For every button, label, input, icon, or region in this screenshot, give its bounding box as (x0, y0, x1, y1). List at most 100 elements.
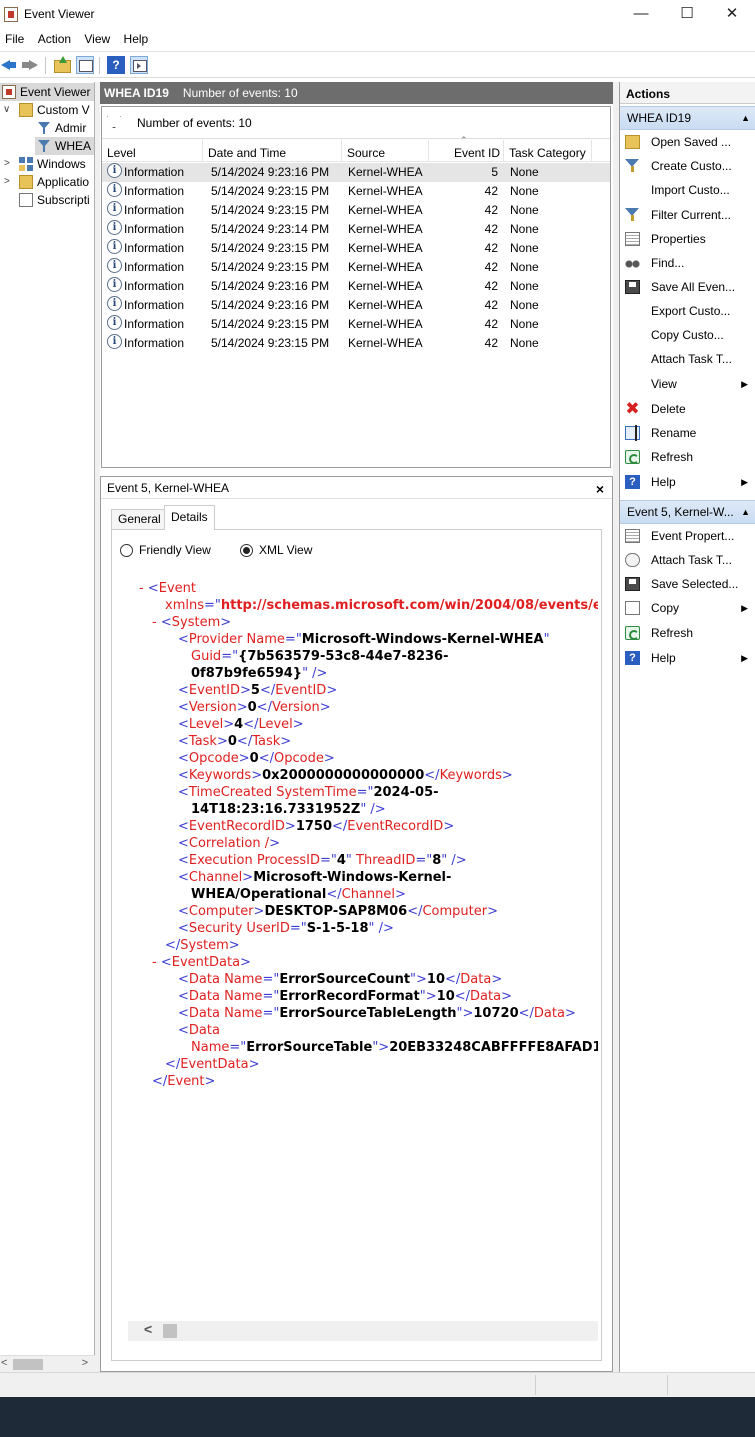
table-row[interactable]: i Information 5/14/2024 9:23:16 PM Kerne… (102, 277, 610, 296)
actions-group-event[interactable]: Event 5, Kernel-W... ▲ (620, 500, 755, 524)
tab-details[interactable]: Details (164, 505, 215, 530)
action-create-custom-view[interactable]: Create Custo... (620, 154, 755, 178)
tree-item-whea[interactable]: WHEA (35, 137, 94, 155)
action-label: Create Custo... (651, 159, 732, 173)
action-find[interactable]: Find... (620, 251, 755, 275)
action-attach-task[interactable]: Attach Task T... (620, 347, 755, 371)
chevron-right-icon[interactable]: > (4, 176, 10, 187)
xml-tag: Provider Name (188, 632, 285, 647)
xml-value: 0 (227, 734, 237, 749)
collapse-toggle[interactable]: - (139, 581, 144, 596)
xml-horizontal-scrollbar[interactable]: < (128, 1321, 598, 1341)
tree-horizontal-scrollbar[interactable]: < > (0, 1355, 95, 1372)
action-copy[interactable]: Copy ▶ (620, 596, 755, 620)
collapse-up-icon[interactable]: ▲ (741, 501, 750, 523)
column-task-category[interactable]: Task Category (504, 140, 592, 162)
cell-task: None (510, 241, 539, 255)
menu-file[interactable]: File (0, 29, 29, 46)
forward-arrow-icon[interactable] (21, 56, 39, 74)
actions-group-label: WHEA ID19 (627, 111, 692, 125)
xml-view-radio[interactable]: XML View (240, 543, 312, 557)
column-level[interactable]: Level (102, 140, 203, 162)
submenu-arrow-icon: ▶ (741, 653, 748, 663)
up-folder-icon[interactable] (53, 56, 71, 74)
action-view[interactable]: View ▶ (620, 372, 755, 396)
back-arrow-icon[interactable] (0, 56, 18, 74)
help-icon[interactable]: ? (107, 56, 125, 74)
table-row[interactable]: i Information 5/14/2024 9:23:15 PM Kerne… (102, 201, 610, 220)
menu-view[interactable]: View (79, 29, 115, 46)
tree-item-subscriptions[interactable]: Subscripti (19, 191, 90, 209)
chevron-down-icon[interactable]: ∨ (3, 104, 10, 115)
tree-item-applications[interactable]: Applicatio (19, 173, 89, 191)
menu-help[interactable]: Help (119, 29, 154, 46)
cell-level: Information (124, 279, 185, 293)
close-button[interactable]: ✕ (709, 0, 755, 29)
action-copy-custom-view[interactable]: Copy Custo... (620, 323, 755, 347)
action-save-selected[interactable]: Save Selected... (620, 572, 755, 596)
action-delete[interactable]: ✖ Delete (620, 397, 755, 421)
tree-item-windows-logs[interactable]: Windows (19, 155, 86, 173)
action-filter-current[interactable]: Filter Current... (620, 203, 755, 227)
action-refresh[interactable]: Refresh (620, 445, 755, 469)
action-help-event[interactable]: ? Help ▶ (620, 646, 755, 670)
task-clock-icon (625, 553, 640, 567)
open-folder-icon (625, 135, 640, 149)
tree-item-event-viewer[interactable]: Event Viewer ( (0, 83, 94, 101)
action-refresh-event[interactable]: Refresh (620, 621, 755, 645)
column-date-time[interactable]: Date and Time (203, 140, 342, 162)
close-icon[interactable]: × (596, 478, 604, 500)
action-label: Save Selected... (651, 577, 739, 591)
column-source[interactable]: Source (342, 140, 429, 162)
cell-source: Kernel-WHEA (348, 298, 423, 312)
scrollbar-thumb[interactable] (13, 1359, 43, 1370)
table-row[interactable]: i Information 5/14/2024 9:23:15 PM Kerne… (102, 182, 610, 201)
action-save-all-events[interactable]: Save All Even... (620, 275, 755, 299)
tab-general[interactable]: General (111, 509, 168, 529)
xml-line: <Provider Name="Microsoft-Windows-Kernel… (178, 632, 550, 647)
scroll-right-icon[interactable]: > (82, 1357, 88, 1369)
action-export-custom-view[interactable]: Export Custo... (620, 299, 755, 323)
scroll-left-icon[interactable]: < (144, 1321, 152, 1337)
friendly-view-radio[interactable]: Friendly View (120, 543, 211, 557)
collapse-toggle[interactable]: - (152, 615, 157, 630)
action-properties[interactable]: Properties (620, 227, 755, 251)
chevron-right-icon[interactable]: > (4, 158, 10, 169)
action-help[interactable]: ? Help ▶ (620, 470, 755, 494)
maximize-button[interactable]: ☐ (664, 0, 710, 29)
information-icon: i (107, 277, 122, 292)
action-rename[interactable]: Rename (620, 421, 755, 445)
collapse-up-icon[interactable]: ▲ (741, 107, 750, 129)
table-row[interactable]: i Information 5/14/2024 9:23:15 PM Kerne… (102, 315, 610, 334)
table-row[interactable]: i Information 5/14/2024 9:23:15 PM Kerne… (102, 334, 610, 353)
xml-tag: Task (188, 734, 217, 749)
action-event-properties[interactable]: Event Propert... (620, 524, 755, 548)
action-open-saved[interactable]: Open Saved ... (620, 130, 755, 154)
minimize-button[interactable]: — (618, 0, 664, 29)
collapse-toggle[interactable]: - (152, 955, 157, 970)
tree-item-custom-views[interactable]: Custom V (19, 101, 90, 119)
action-attach-task-event[interactable]: Attach Task T... (620, 548, 755, 572)
menu-action[interactable]: Action (33, 29, 76, 46)
scroll-left-icon[interactable]: < (1, 1357, 7, 1369)
actions-group-whea[interactable]: WHEA ID19 ▲ (620, 106, 755, 130)
xml-tag: Correlation / (188, 836, 270, 851)
show-hide-action-pane-icon[interactable] (130, 56, 148, 74)
scrollbar-thumb[interactable] (163, 1324, 177, 1338)
friendly-view-label: Friendly View (139, 543, 211, 557)
event-detail-pane: Event 5, Kernel-WHEA × General Details F… (100, 476, 613, 1372)
table-row[interactable]: i Information 5/14/2024 9:23:16 PM Kerne… (102, 163, 610, 182)
show-hide-console-tree-icon[interactable] (76, 56, 94, 74)
table-row[interactable]: i Information 5/14/2024 9:23:15 PM Kerne… (102, 239, 610, 258)
action-import-custom-view[interactable]: Import Custo... (620, 178, 755, 202)
xml-tag: EventData (171, 955, 241, 970)
table-row[interactable]: i Information 5/14/2024 9:23:16 PM Kerne… (102, 296, 610, 315)
status-divider (667, 1375, 668, 1395)
cell-level: Information (124, 203, 185, 217)
table-row[interactable]: i Information 5/14/2024 9:23:15 PM Kerne… (102, 258, 610, 277)
xml-value: 20EB33248CABFFFFE8AFAD1F (389, 1040, 598, 1055)
tree-item-administrative-events[interactable]: Admir (37, 119, 86, 137)
information-icon: i (107, 201, 122, 216)
radio-unchecked-icon (120, 544, 133, 557)
table-row[interactable]: i Information 5/14/2024 9:23:14 PM Kerne… (102, 220, 610, 239)
